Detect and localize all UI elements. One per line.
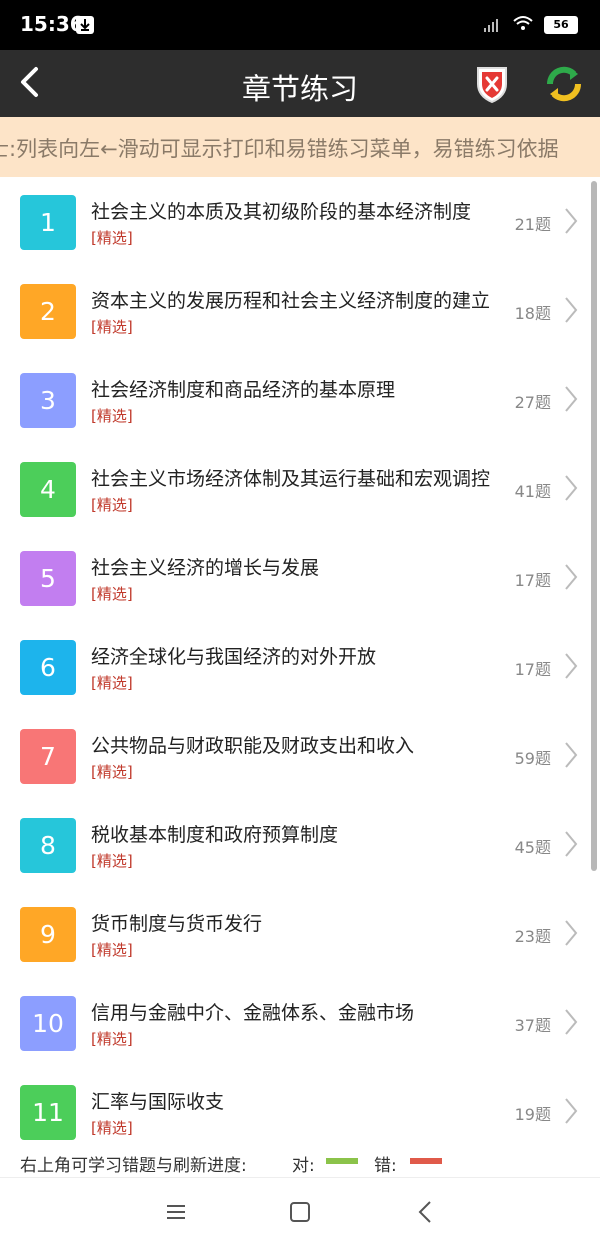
chapter-title: 经济全球化与我国经济的对外开放 bbox=[91, 646, 377, 668]
chevron-right-icon bbox=[564, 296, 578, 324]
legend-correct-swatch bbox=[326, 1158, 358, 1164]
chapter-item[interactable]: 4 社会主义市场经济体制及其运行基础和宏观调控 [精选] 41题 bbox=[0, 444, 600, 534]
chapter-tag: [精选] bbox=[91, 496, 133, 514]
question-count: 17题 bbox=[514, 660, 551, 679]
chevron-right-icon bbox=[564, 652, 578, 680]
chapter-tag: [精选] bbox=[91, 1119, 133, 1137]
chapter-item[interactable]: 9 货币制度与货币发行 [精选] 23题 bbox=[0, 889, 600, 979]
page-title: 章节练习 bbox=[241, 72, 358, 106]
chapter-item[interactable]: 11 汇率与国际收支 [精选] 19题 bbox=[0, 1067, 600, 1143]
chapter-tag: [精选] bbox=[91, 941, 133, 959]
chevron-right-icon bbox=[564, 741, 578, 769]
question-count: 18题 bbox=[514, 304, 551, 323]
chapter-tag: [精选] bbox=[91, 407, 133, 425]
progress-legend: 右上角可学习错题与刷新进度: 对: 错: bbox=[0, 1143, 600, 1177]
question-count: 21题 bbox=[514, 215, 551, 234]
chapter-tag: [精选] bbox=[91, 763, 133, 781]
chevron-right-icon bbox=[564, 1008, 578, 1036]
chapter-number-badge: 8 bbox=[20, 818, 76, 873]
chapter-tag: [精选] bbox=[91, 229, 133, 247]
question-count: 27题 bbox=[514, 393, 551, 412]
question-count: 45题 bbox=[514, 838, 551, 857]
chapter-tag: [精选] bbox=[91, 674, 133, 692]
system-back-icon[interactable] bbox=[418, 1200, 432, 1224]
chapter-item[interactable]: 1 社会主义的本质及其初级阶段的基本经济制度 [精选] 21题 bbox=[0, 177, 600, 267]
chapter-tag: [精选] bbox=[91, 1030, 133, 1048]
question-count: 41题 bbox=[514, 482, 551, 501]
chapter-tag: [精选] bbox=[91, 852, 133, 870]
chevron-right-icon bbox=[564, 919, 578, 947]
list-scrollbar[interactable] bbox=[591, 181, 597, 871]
chapter-number-badge: 3 bbox=[20, 373, 76, 428]
question-count: 23题 bbox=[514, 927, 551, 946]
chapter-title: 公共物品与财政职能及财政支出和收入 bbox=[91, 735, 415, 757]
menu-icon[interactable] bbox=[166, 1204, 186, 1220]
status-indicators: 56 bbox=[484, 14, 578, 36]
chapter-title: 社会主义的本质及其初级阶段的基本经济制度 bbox=[91, 201, 472, 223]
chapter-item[interactable]: 3 社会经济制度和商品经济的基本原理 [精选] 27题 bbox=[0, 355, 600, 445]
chapter-tag: [精选] bbox=[91, 585, 133, 603]
question-count: 19题 bbox=[514, 1105, 551, 1124]
chapter-number-badge: 11 bbox=[20, 1085, 76, 1140]
chapter-number-badge: 5 bbox=[20, 551, 76, 606]
system-nav-bar bbox=[0, 1177, 600, 1249]
home-icon[interactable] bbox=[290, 1202, 310, 1222]
legend-wrong-label: 错: bbox=[374, 1156, 397, 1176]
wifi-icon bbox=[512, 14, 534, 36]
tip-banner: 士:列表向左←滑动可显示打印和易错练习菜单，易错练习依据 bbox=[0, 117, 600, 177]
chapter-number-badge: 2 bbox=[20, 284, 76, 339]
chapter-item[interactable]: 2 资本主义的发展历程和社会主义经济制度的建立 [精选] 18题 bbox=[0, 266, 600, 356]
chevron-right-icon bbox=[564, 385, 578, 413]
chapter-item[interactable]: 10 信用与金融中介、金融体系、金融市场 [精选] 37题 bbox=[0, 978, 600, 1068]
chevron-right-icon bbox=[564, 474, 578, 502]
refresh-progress-icon[interactable] bbox=[544, 64, 584, 104]
chapter-title: 信用与金融中介、金融体系、金融市场 bbox=[91, 1002, 415, 1024]
signal-icon bbox=[484, 18, 502, 32]
chapter-title: 社会主义市场经济体制及其运行基础和宏观调控 bbox=[91, 468, 491, 490]
question-count: 59题 bbox=[514, 749, 551, 768]
chapter-title: 资本主义的发展历程和社会主义经济制度的建立 bbox=[91, 290, 491, 312]
download-icon bbox=[76, 16, 94, 34]
chapter-title: 社会主义经济的增长与发展 bbox=[91, 557, 320, 579]
chapter-number-badge: 7 bbox=[20, 729, 76, 784]
question-count: 37题 bbox=[514, 1016, 551, 1035]
legend-correct-label: 对: bbox=[292, 1156, 315, 1176]
status-time: 15:36 bbox=[20, 12, 84, 36]
chapter-item[interactable]: 5 社会主义经济的增长与发展 [精选] 17题 bbox=[0, 533, 600, 623]
chapter-number-badge: 6 bbox=[20, 640, 76, 695]
chapter-tag: [精选] bbox=[91, 318, 133, 336]
mistakes-shield-icon[interactable] bbox=[474, 64, 510, 104]
chapter-number-badge: 9 bbox=[20, 907, 76, 962]
chevron-right-icon bbox=[564, 207, 578, 235]
battery-icon: 56 bbox=[544, 16, 578, 34]
chevron-right-icon bbox=[564, 830, 578, 858]
chapter-item[interactable]: 7 公共物品与财政职能及财政支出和收入 [精选] 59题 bbox=[0, 711, 600, 801]
chapter-title: 社会经济制度和商品经济的基本原理 bbox=[91, 379, 396, 401]
chapter-title: 货币制度与货币发行 bbox=[91, 913, 263, 935]
chevron-right-icon bbox=[564, 1097, 578, 1125]
nav-bar: 章节练习 bbox=[0, 50, 600, 117]
legend-hint: 右上角可学习错题与刷新进度: bbox=[20, 1156, 247, 1176]
chapter-title: 汇率与国际收支 bbox=[91, 1091, 225, 1113]
tip-text: 士:列表向左←滑动可显示打印和易错练习菜单，易错练习依据 bbox=[0, 137, 559, 161]
chapter-number-badge: 4 bbox=[20, 462, 76, 517]
chapter-title: 税收基本制度和政府预算制度 bbox=[91, 824, 339, 846]
status-bar: 15:36 56 bbox=[0, 0, 600, 50]
legend-wrong-swatch bbox=[410, 1158, 442, 1164]
chapter-item[interactable]: 8 税收基本制度和政府预算制度 [精选] 45题 bbox=[0, 800, 600, 890]
chapter-number-badge: 1 bbox=[20, 195, 76, 250]
question-count: 17题 bbox=[514, 571, 551, 590]
chapter-item[interactable]: 6 经济全球化与我国经济的对外开放 [精选] 17题 bbox=[0, 622, 600, 712]
chapter-number-badge: 10 bbox=[20, 996, 76, 1051]
chapter-list[interactable]: 1 社会主义的本质及其初级阶段的基本经济制度 [精选] 21题 2 资本主义的发… bbox=[0, 177, 600, 1143]
chevron-right-icon bbox=[564, 563, 578, 591]
